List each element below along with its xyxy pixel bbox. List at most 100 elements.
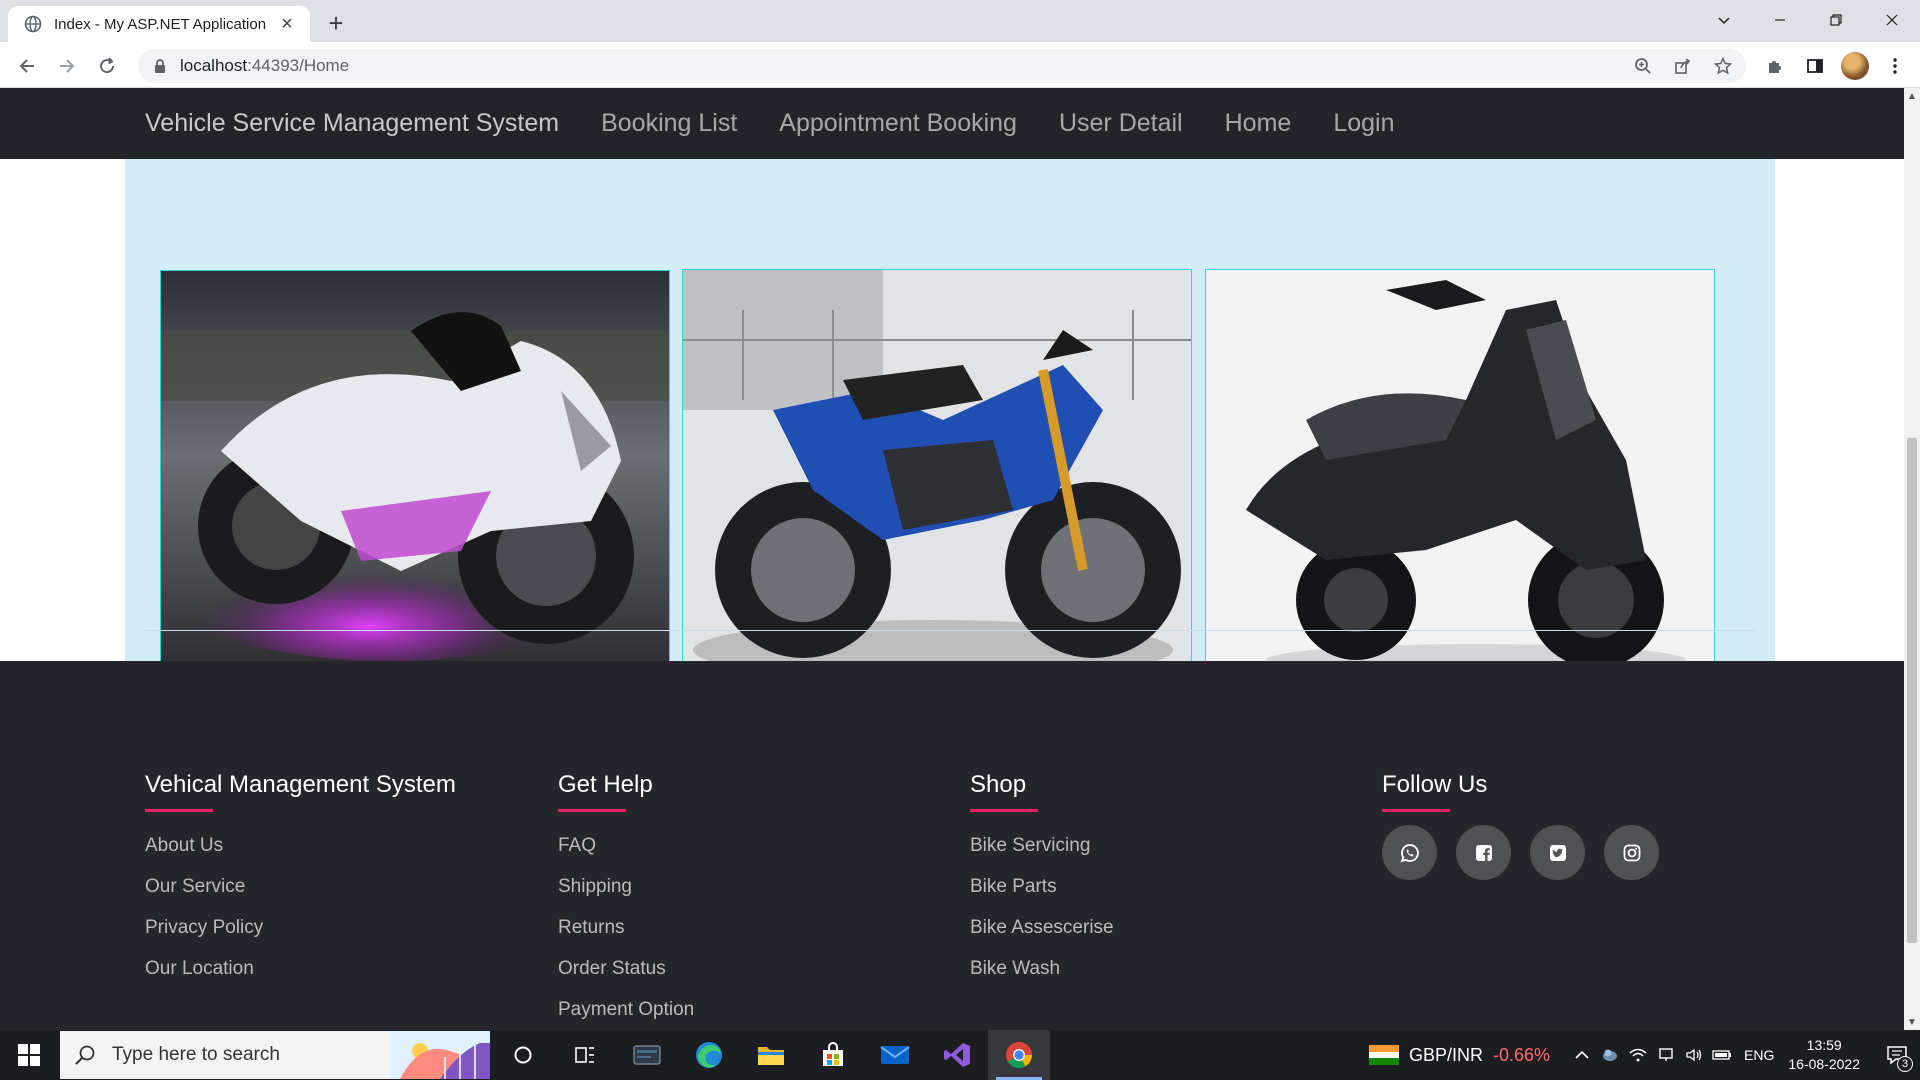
browser-tab[interactable]: Index - My ASP.NET Application × [8,6,310,42]
heading-underline [558,809,626,812]
minimize-button[interactable] [1752,0,1808,40]
nav-link-user-detail[interactable]: User Detail [1059,109,1183,138]
heading-underline [145,809,213,812]
notification-count: 3 [1897,1056,1913,1072]
close-window-button[interactable] [1864,0,1920,40]
cloud-sync-icon[interactable] [1596,1030,1624,1080]
display-icon[interactable] [1652,1030,1680,1080]
taskbar-search-input[interactable]: Type here to search [60,1031,490,1079]
chrome-icon[interactable] [988,1030,1050,1080]
forward-button[interactable] [52,51,82,81]
notification-center-icon[interactable]: 3 [1874,1030,1920,1080]
scroll-down-arrow-icon[interactable]: ▼ [1904,1014,1920,1030]
footer-heading: Vehical Management System [145,771,456,798]
profile-avatar[interactable] [1838,50,1872,82]
battery-icon[interactable] [1708,1030,1736,1080]
url-path: :44393/Home [247,56,350,75]
task-view-icon[interactable] [554,1030,616,1080]
input-language[interactable]: ENG [1744,1047,1774,1063]
footer-heading: Get Help [558,771,653,798]
new-tab-button[interactable]: + [322,8,350,38]
ticker-change: -0.66% [1492,1044,1551,1065]
visual-studio-icon[interactable] [926,1030,988,1080]
close-icon[interactable]: × [276,13,298,35]
navbar-brand[interactable]: Vehicle Service Management System [145,109,559,138]
site-navbar: Vehicle Service Management System Bookin… [0,88,1904,159]
social-links [1382,825,1659,880]
instagram-icon[interactable] [1604,825,1659,880]
zoom-icon[interactable] [1628,51,1658,81]
search-icon [74,1044,96,1066]
nav-link-login[interactable]: Login [1333,109,1394,138]
menu-kebab-icon[interactable] [1878,50,1912,82]
chevron-up-icon[interactable] [1568,1030,1596,1080]
twitter-icon[interactable] [1530,825,1585,880]
address-bar[interactable]: localhost:44393/Home [138,49,1746,83]
globe-icon [24,15,42,33]
clock-time: 13:59 [1806,1037,1842,1053]
bookmark-star-icon[interactable] [1708,51,1738,81]
site-footer: Vehical Management System About Us Our S… [0,661,1904,1030]
footer-link-bike-servicing[interactable]: Bike Servicing [970,825,1114,866]
footer-heading: Follow Us [1382,771,1488,798]
windows-start-icon[interactable] [0,1030,58,1080]
page-scrollbar[interactable]: ▲ ▼ [1904,88,1920,1030]
browser-toolbar: localhost:44393/Home [0,42,1920,88]
wifi-icon[interactable] [1624,1030,1652,1080]
footer-link-about-us[interactable]: About Us [145,825,456,866]
search-highlight-illustration [390,1031,490,1079]
stock-ticker-widget[interactable]: GBP/INR -0.66% [1368,1044,1551,1066]
footer-heading: Shop [970,771,1027,798]
sport-bike-image [160,270,670,680]
back-button[interactable] [12,51,42,81]
whatsapp-icon[interactable] [1382,825,1437,880]
heading-underline [970,809,1038,812]
footer-link-privacy-policy[interactable]: Privacy Policy [145,907,456,948]
india-flag-icon [1368,1045,1399,1066]
url-host: localhost [180,56,248,75]
taskbar-apps [492,1030,1050,1080]
cortana-icon[interactable] [492,1030,554,1080]
mail-icon[interactable] [864,1030,926,1080]
nav-link-appointment-booking[interactable]: Appointment Booking [779,109,1017,138]
browser-tabstrip: Index - My ASP.NET Application × + [0,0,1920,42]
microsoft-store-icon[interactable] [802,1030,864,1080]
scroll-up-arrow-icon[interactable]: ▲ [1904,88,1920,104]
edge-browser-icon[interactable] [678,1030,740,1080]
footer-link-payment-option[interactable]: Payment Option [558,989,694,1030]
footer-link-our-location[interactable]: Our Location [145,948,456,989]
footer-link-our-service[interactable]: Our Service [145,866,456,907]
footer-link-shipping[interactable]: Shipping [558,866,694,907]
footer-link-order-status[interactable]: Order Status [558,948,694,989]
mysql-workbench-icon[interactable] [616,1030,678,1080]
facebook-icon[interactable] [1456,825,1511,880]
gallery-section [125,159,1775,680]
system-tray: GBP/INR -0.66% ENG 13:59 16-08-2022 3 [1368,1030,1920,1080]
nav-link-home[interactable]: Home [1225,109,1292,138]
taskbar-clock[interactable]: 13:59 16-08-2022 [1788,1036,1860,1074]
naked-bike-image [682,269,1192,679]
nav-link-booking-list[interactable]: Booking List [601,109,737,138]
footer-column-shop: Shop Bike Servicing Bike Parts Bike Asse… [970,771,1114,989]
restore-button[interactable] [1808,0,1864,40]
lock-icon[interactable] [152,58,168,74]
volume-icon[interactable] [1680,1030,1708,1080]
side-panel-icon[interactable] [1798,50,1832,82]
reload-button[interactable] [92,51,122,81]
footer-column-follow-us: Follow Us [1382,771,1659,880]
footer-link-bike-assescerise[interactable]: Bike Assescerise [970,907,1114,948]
file-explorer-icon[interactable] [740,1030,802,1080]
footer-link-bike-wash[interactable]: Bike Wash [970,948,1114,989]
scrollbar-thumb[interactable] [1907,438,1917,943]
heading-underline [1382,809,1450,812]
scooter-image [1205,269,1715,679]
footer-link-returns[interactable]: Returns [558,907,694,948]
share-icon[interactable] [1668,51,1698,81]
footer-link-faq[interactable]: FAQ [558,825,694,866]
footer-link-bike-parts[interactable]: Bike Parts [970,866,1114,907]
search-placeholder: Type here to search [112,1044,280,1065]
extensions-icon[interactable] [1758,50,1792,82]
tab-search-button[interactable] [1696,0,1752,40]
window-controls [1696,0,1920,40]
page-viewport: Vehicle Service Management System Bookin… [0,88,1904,1030]
